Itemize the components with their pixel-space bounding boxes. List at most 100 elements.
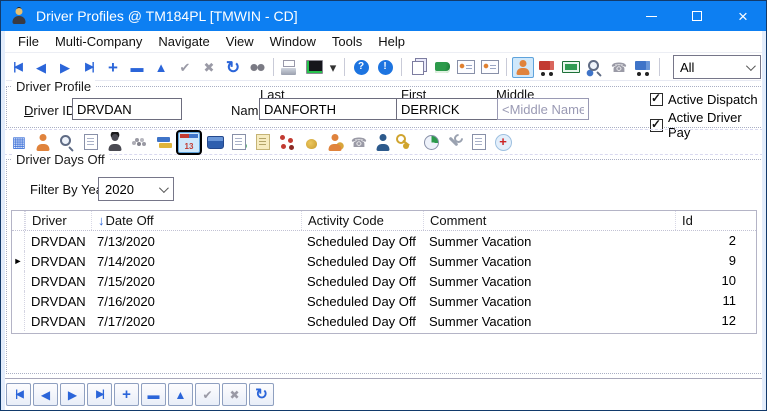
reference-book-icon[interactable] [431,57,453,78]
delete-record-icon[interactable]: ▬ [126,57,148,78]
nav-first-button[interactable]: |◀ [6,383,31,406]
report-icon[interactable] [468,132,490,153]
pay-grid-icon[interactable] [8,132,30,153]
person-lock-icon[interactable] [324,132,346,153]
menu-view[interactable]: View [218,32,262,51]
column-header-driver[interactable]: Driver [25,211,91,230]
pay-cards-icon[interactable] [152,132,174,153]
up-icon[interactable]: ▲ [150,57,172,78]
refresh-button[interactable]: ↻ [249,383,274,406]
column-header-activity-code[interactable]: Activity Code [301,211,423,230]
cell-comment: Summer Vacation [423,234,675,249]
doc-check-icon[interactable] [228,132,250,153]
add-record-icon[interactable]: + [102,57,124,78]
close-button[interactable]: × [720,1,766,31]
table-row[interactable]: DRVDAN7/15/2020Scheduled Day OffSummer V… [12,271,756,291]
active-dispatch-label: Active Dispatch [668,92,758,107]
phone-icon[interactable]: ☎ [608,57,630,78]
carrier-profile-icon[interactable] [632,57,654,78]
cell-comment: Summer Vacation [423,314,675,329]
cancel-button[interactable]: ✖ [222,383,247,406]
wallet-icon[interactable] [204,132,226,153]
search-icon[interactable] [56,132,78,153]
cell-activity-code: Scheduled Day Off [301,314,423,329]
minimize-icon [646,16,657,17]
column-header-date-off[interactable]: ↓Date Off [91,211,301,230]
print-icon[interactable] [279,57,301,78]
notes-icon[interactable] [252,132,274,153]
copy-notes-icon[interactable] [407,57,429,78]
nav-next-icon[interactable]: ▶ [54,57,76,78]
menu-tools[interactable]: Tools [324,32,370,51]
save-icon[interactable]: ✔ [174,57,196,78]
days-off-calendar-icon[interactable] [178,132,200,153]
active-dispatch-checkbox[interactable]: Active Dispatch [650,92,758,107]
console-icon[interactable] [303,57,325,78]
column-header-comment[interactable]: Comment [423,211,675,230]
first-name-input[interactable] [396,98,506,120]
cancel-icon[interactable]: ✖ [198,57,220,78]
checklist-icon[interactable] [80,132,102,153]
truck-profile-icon[interactable] [536,57,558,78]
nav-prev-icon[interactable]: ◀ [30,57,52,78]
person-icon[interactable] [32,132,54,153]
driver-profile-icon[interactable] [512,57,534,78]
profile-card-icon[interactable] [455,57,477,78]
money-bag-icon[interactable] [300,132,322,153]
table-row[interactable]: ►DRVDAN7/14/2020Scheduled Day OffSummer … [12,251,756,271]
toolbar-profile-tabs: ☎ [4,129,763,155]
console-dropdown-icon[interactable]: ▾ [327,57,339,78]
delete-record-button[interactable]: ▬ [141,383,166,406]
fax-icon[interactable]: ☎ [348,132,370,153]
nav-first-icon[interactable]: |◀ [6,57,28,78]
help-icon[interactable] [350,57,372,78]
row-selector-header [12,211,25,230]
last-name-input[interactable] [259,98,398,120]
minimize-button[interactable] [628,1,674,31]
toolbar-separator [659,58,660,76]
filter-by-year-dropdown[interactable]: 2020 [98,177,174,201]
binoculars-icon[interactable] [246,57,268,78]
table-row[interactable]: DRVDAN7/13/2020Scheduled Day OffSummer V… [12,231,756,251]
table-row[interactable]: DRVDAN7/16/2020Scheduled Day OffSummer V… [12,291,756,311]
table-row[interactable]: DRVDAN7/17/2020Scheduled Day OffSummer V… [12,311,756,331]
menu-navigate[interactable]: Navigate [150,32,217,51]
police-icon[interactable] [372,132,394,153]
refresh-icon[interactable]: ↻ [222,57,244,78]
cell-date-off: 7/13/2020 [91,234,301,249]
scope-filter-dropdown[interactable]: All [673,55,761,79]
window-frame-right [762,31,766,410]
maximize-button[interactable] [674,1,720,31]
network-icon[interactable] [276,132,298,153]
driver-id-input[interactable] [72,98,182,120]
medical-icon[interactable] [492,132,514,153]
trailer-profile-icon[interactable] [560,57,582,78]
nav-prev-button[interactable]: ◀ [33,383,58,406]
driver-hat-icon[interactable] [104,132,126,153]
menu-help[interactable]: Help [370,32,413,51]
search-records-icon[interactable] [584,57,606,78]
nav-last-button[interactable]: ▶| [87,383,112,406]
gauge-icon[interactable] [420,132,442,153]
toolbar-bottom: |◀◀▶▶|+▬▲✔✖↻ [6,383,274,406]
driver-app-icon [10,7,28,25]
nav-last-icon[interactable]: ▶| [78,57,100,78]
days-off-table: Driver↓Date OffActivity CodeCommentId DR… [11,210,757,334]
about-icon[interactable] [374,57,396,78]
grapes-icon[interactable] [128,132,150,153]
wrench-icon[interactable] [444,132,466,153]
menu-window[interactable]: Window [262,32,324,51]
save-button[interactable]: ✔ [195,383,220,406]
add-record-button[interactable]: + [114,383,139,406]
menu-multi-company[interactable]: Multi-Company [47,32,150,51]
toolbar-separator [344,58,345,76]
nav-next-button[interactable]: ▶ [60,383,85,406]
keys-icon[interactable] [396,132,418,153]
checkbox-checked-icon [650,93,663,106]
middle-name-input[interactable] [497,98,589,120]
column-header-id[interactable]: Id [675,211,756,230]
up-button[interactable]: ▲ [168,383,193,406]
profile-card-alt-icon[interactable] [479,57,501,78]
toolbar-separator [273,58,274,76]
menu-file[interactable]: File [10,32,47,51]
